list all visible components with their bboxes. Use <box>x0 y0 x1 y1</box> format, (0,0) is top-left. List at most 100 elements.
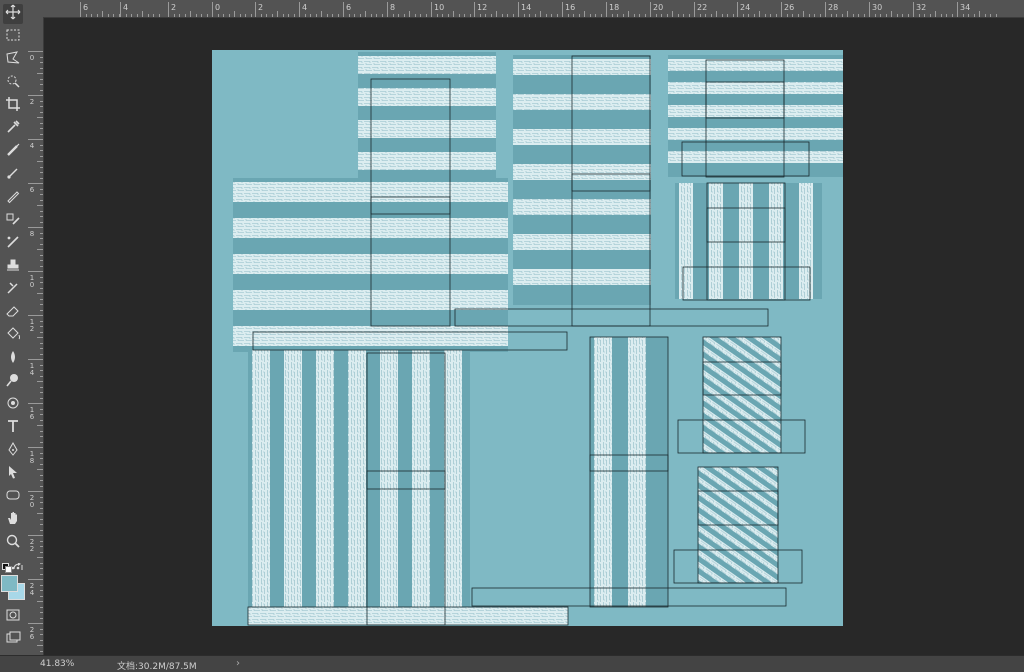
ruler-minor-tick <box>727 14 728 17</box>
ruler-label: 2 0 <box>29 494 35 509</box>
stamp-tool[interactable] <box>3 257 23 277</box>
eraser-tool[interactable] <box>3 303 23 323</box>
vertical-ruler[interactable]: 0 2 4 6 8 1 0 1 2 1 4 1 6 1 8 2 0 2 2 2 4 2 6 <box>26 17 44 663</box>
foreground-color-swatch[interactable] <box>1 575 18 592</box>
ruler-minor-tick <box>545 14 547 17</box>
ruler-minor-tick <box>485 14 486 17</box>
ruler-tick <box>28 359 43 360</box>
stripe <box>358 88 496 106</box>
ruler-minor-tick <box>348 14 350 17</box>
ruler-minor-tick <box>332 14 333 17</box>
ruler-minor-tick <box>40 166 43 168</box>
blur-tool[interactable] <box>3 349 23 369</box>
ruler-minor-tick <box>797 14 799 17</box>
ruler-label: 2 4 <box>29 582 35 597</box>
ruler-minor-tick <box>589 14 591 17</box>
ruler-minor-tick <box>40 331 43 333</box>
ruler-minor-tick <box>359 14 361 17</box>
history-brush-tool[interactable] <box>3 234 23 254</box>
ruler-minor-tick <box>40 370 43 371</box>
quick-select-tool[interactable] <box>3 73 23 93</box>
dodge-tool[interactable] <box>3 372 23 392</box>
stripe <box>799 183 813 299</box>
ruler-minor-tick <box>611 14 613 17</box>
ruler-minor-tick <box>40 474 43 476</box>
type-tool[interactable] <box>3 418 23 438</box>
zoom-icon <box>5 533 21 553</box>
ruler-minor-tick <box>600 14 602 17</box>
stripe-bottom <box>248 607 568 625</box>
ruler-minor-tick <box>666 14 668 17</box>
ruler-minor-tick <box>37 601 43 602</box>
default-colors-icon[interactable] <box>2 563 12 573</box>
stripe <box>444 350 462 625</box>
document-canvas[interactable] <box>44 18 1024 655</box>
ruler-minor-tick <box>414 14 416 17</box>
lasso-tool[interactable] <box>3 50 23 70</box>
ruler-minor-tick <box>40 56 43 58</box>
ruler-minor-tick <box>37 249 43 250</box>
screen-mode-button[interactable] <box>3 629 23 649</box>
ruler-minor-tick <box>40 276 43 278</box>
ruler-minor-tick <box>523 14 525 17</box>
ruler-minor-tick <box>40 441 43 443</box>
ruler-label: 1 2 <box>29 318 35 333</box>
ruler-minor-tick <box>40 375 43 377</box>
ruler-minor-tick <box>40 502 43 503</box>
brush-tool[interactable] <box>3 165 23 185</box>
clone-stamp-icon <box>5 211 21 231</box>
zoom-tool[interactable] <box>3 533 23 553</box>
ruler-minor-tick <box>40 320 43 322</box>
eyedropper-tool[interactable] <box>3 119 23 139</box>
ruler-minor-tick <box>863 14 865 17</box>
canvas-workspace[interactable] <box>44 18 1024 655</box>
ruler-label: 1 6 <box>29 406 35 421</box>
ruler-tick <box>168 2 169 17</box>
ruler-minor-tick <box>376 14 377 17</box>
ruler-minor-tick <box>995 14 997 17</box>
ruler-tick <box>80 2 81 17</box>
hand-tool[interactable] <box>3 510 23 530</box>
marquee-tool[interactable] <box>3 27 23 47</box>
ruler-minor-tick <box>398 14 399 17</box>
ruler-minor-tick <box>239 14 241 17</box>
ruler-minor-tick <box>40 144 43 146</box>
shape-tool[interactable] <box>3 487 23 507</box>
sponge-icon <box>5 395 21 415</box>
art-history-brush-tool[interactable] <box>3 280 23 300</box>
crop-tool[interactable] <box>3 96 23 116</box>
zoom-level[interactable]: 41.83% <box>40 659 74 669</box>
stripe <box>316 350 334 625</box>
pencil-tool[interactable] <box>3 188 23 208</box>
ruler-minor-tick <box>40 254 43 256</box>
pencil-icon <box>5 188 21 208</box>
paint-bucket-tool[interactable] <box>3 326 23 346</box>
path-select-tool[interactable] <box>3 464 23 484</box>
ruler-label: 0 <box>215 3 221 12</box>
status-menu-arrow[interactable]: › <box>236 658 240 669</box>
ruler-minor-tick <box>288 14 289 17</box>
clone-stamp-tool[interactable] <box>3 211 23 231</box>
ruler-minor-tick <box>786 14 788 17</box>
ruler-label: 2 <box>29 98 35 106</box>
sponge-tool[interactable] <box>3 395 23 415</box>
horizontal-ruler[interactable]: 6 4 2 0 2 4 6 8 10 12 14 16 18 20 22 24 26 28 30 32 34 <box>26 0 1024 18</box>
ruler-minor-tick <box>442 14 443 17</box>
ruler-minor-tick <box>228 14 230 17</box>
ruler-minor-tick <box>310 14 311 17</box>
ruler-label: 10 <box>434 3 445 12</box>
ruler-minor-tick <box>40 584 43 586</box>
ruler-minor-tick <box>40 67 43 69</box>
ruler-minor-tick <box>453 11 454 17</box>
swap-colors-icon[interactable] <box>13 562 23 571</box>
move-tool[interactable] <box>3 4 23 24</box>
ruler-minor-tick <box>458 14 460 17</box>
ruler-minor-tick <box>819 14 821 17</box>
ruler-label: 4 <box>302 3 308 12</box>
ruler-minor-tick <box>96 14 98 17</box>
quick-mask-button[interactable] <box>3 607 23 627</box>
ruler-minor-tick <box>830 14 832 17</box>
ruler-minor-tick <box>918 14 920 17</box>
pen-tool[interactable] <box>3 441 23 461</box>
healing-brush-tool[interactable] <box>3 142 23 162</box>
